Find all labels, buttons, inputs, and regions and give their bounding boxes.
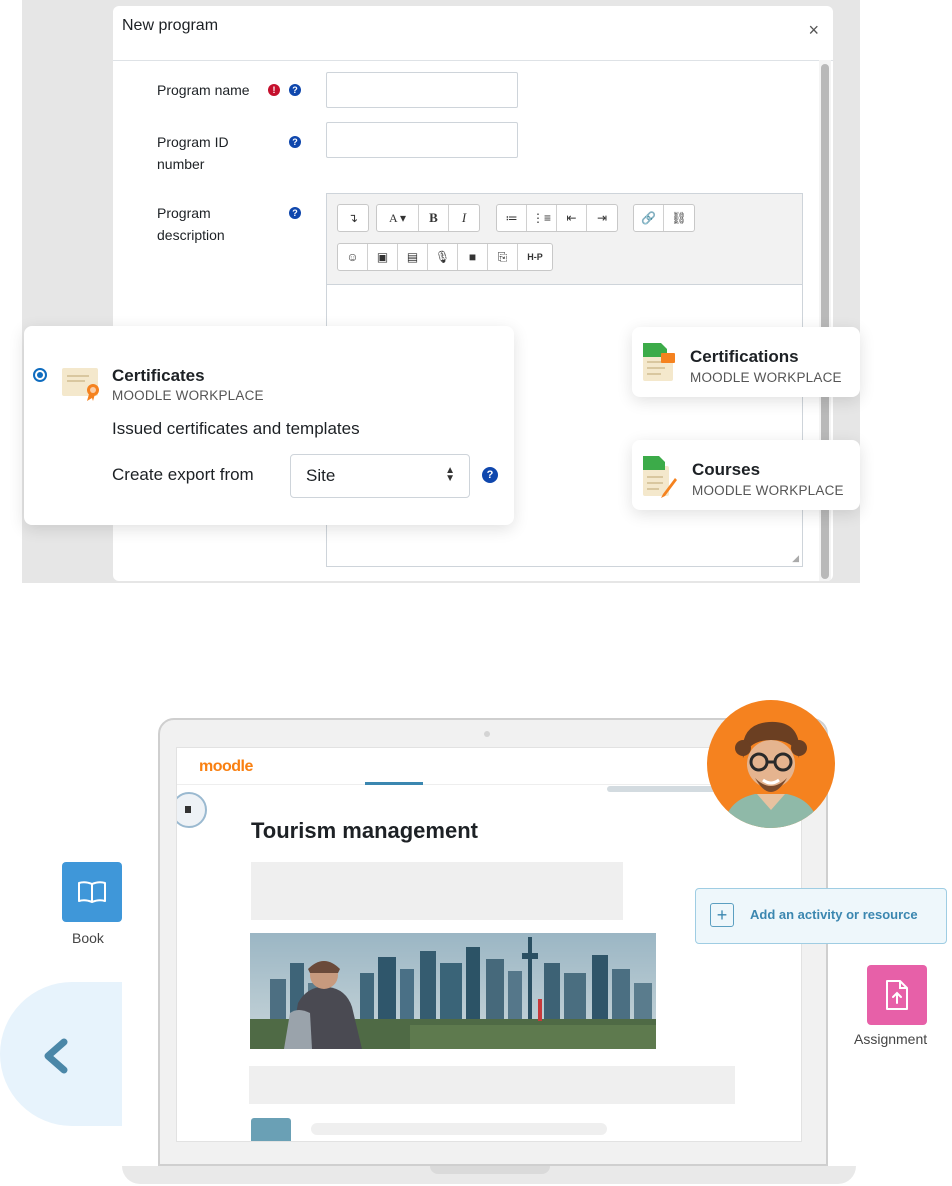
- emoji-icon[interactable]: ☺: [338, 244, 368, 270]
- required-icon: !: [268, 84, 280, 96]
- image-icon[interactable]: ▣: [368, 244, 398, 270]
- plus-icon: +: [710, 903, 734, 927]
- courses-card: Courses MOODLE WORKPLACE: [632, 440, 860, 510]
- content-placeholder: [249, 1066, 735, 1104]
- activity-thumbnail: [251, 1118, 291, 1141]
- link-icon[interactable]: 🔗: [634, 205, 664, 231]
- certifications-subtitle: MOODLE WORKPLACE: [690, 370, 842, 385]
- copy-icon[interactable]: ⎘: [488, 244, 518, 270]
- certificates-title: Certificates: [112, 366, 205, 385]
- certification-icon: [643, 343, 675, 381]
- help-icon[interactable]: ?: [289, 136, 301, 148]
- bold-button[interactable]: B: [419, 205, 449, 231]
- certificate-icon: [62, 368, 99, 401]
- courses-icon: [643, 456, 677, 498]
- help-icon[interactable]: ?: [289, 207, 301, 219]
- person-illustration: [723, 721, 819, 828]
- certificates-card: Certificates MOODLE WORKPLACE Issued cer…: [24, 326, 514, 525]
- certifications-card: Certifications MOODLE WORKPLACE: [632, 327, 860, 397]
- export-select-value: Site: [306, 466, 336, 485]
- program-id-label: Program ID number: [157, 134, 229, 172]
- add-activity-button[interactable]: + Add an activity or resource: [695, 888, 947, 944]
- course-title: Tourism management: [251, 818, 478, 843]
- program-id-input[interactable]: [326, 122, 518, 158]
- unlink-icon[interactable]: ⛓: [664, 205, 694, 231]
- courses-title: Courses: [692, 460, 761, 479]
- microphone-icon[interactable]: 🎙: [428, 244, 458, 270]
- collapse-icon[interactable]: ↴: [338, 205, 368, 231]
- toolbar-group: ↴: [337, 204, 369, 232]
- h5p-icon[interactable]: H-P: [518, 244, 552, 270]
- book-tile[interactable]: [62, 862, 122, 922]
- assignment-tile[interactable]: [867, 965, 927, 1025]
- laptop-camera: [484, 731, 490, 737]
- program-name-input[interactable]: [326, 72, 518, 108]
- city-skyline-image: [250, 933, 656, 1049]
- nav-tab-indicator: [365, 782, 423, 785]
- assignment-icon: [886, 980, 908, 1010]
- program-name-label: Program name: [157, 82, 250, 98]
- book-label: Book: [72, 930, 104, 946]
- help-icon[interactable]: ?: [289, 84, 301, 96]
- italic-button[interactable]: I: [449, 205, 479, 231]
- certifications-title: Certifications: [690, 347, 799, 366]
- certificates-subtitle: MOODLE WORKPLACE: [112, 388, 264, 403]
- user-avatar: [707, 700, 835, 828]
- laptop-screen: moodle Tourism management: [176, 747, 802, 1142]
- select-arrows-icon: ▲ ▼: [445, 465, 455, 484]
- help-icon[interactable]: ?: [482, 467, 498, 483]
- content-placeholder: [251, 862, 623, 920]
- modal-title: New program: [122, 17, 219, 34]
- chevron-left-icon: [44, 1038, 68, 1074]
- export-select[interactable]: Site ▲ ▼: [290, 454, 470, 498]
- unordered-list-icon[interactable]: ≔: [497, 205, 527, 231]
- outdent-icon[interactable]: ⇤: [557, 205, 587, 231]
- media-icon[interactable]: ▤: [398, 244, 428, 270]
- assignment-label: Assignment: [854, 1031, 928, 1047]
- add-activity-label: Add an activity or resource: [750, 907, 918, 922]
- menu-icon: [185, 806, 191, 813]
- moodle-logo: moodle: [199, 758, 253, 775]
- content-placeholder: [311, 1123, 607, 1135]
- certificates-description: Issued certificates and templates: [112, 419, 360, 438]
- resize-handle-icon[interactable]: ◢: [792, 553, 799, 564]
- program-description-label: Program description: [157, 205, 225, 243]
- book-icon: [78, 881, 106, 903]
- ordered-list-icon[interactable]: ⋮≡: [527, 205, 557, 231]
- video-icon[interactable]: ■: [458, 244, 488, 270]
- toolbar-group: A ▾ B I: [376, 204, 480, 232]
- drawer-toggle-button[interactable]: [177, 792, 207, 828]
- back-bubble[interactable]: [0, 982, 122, 1126]
- laptop-notch: [430, 1166, 550, 1174]
- export-label: Create export from: [112, 465, 254, 484]
- close-icon[interactable]: ×: [808, 20, 819, 41]
- toolbar-group: ≔ ⋮≡ ⇤ ⇥: [496, 204, 618, 232]
- editor-toolbar: ↴ A ▾ B I ≔ ⋮≡ ⇤ ⇥ 🔗 ⛓ ☺ ▣ ▤ 🎙 ■ ⎘ H-P: [327, 194, 802, 285]
- courses-subtitle: MOODLE WORKPLACE: [692, 483, 844, 498]
- indent-icon[interactable]: ⇥: [587, 205, 617, 231]
- certificates-radio[interactable]: [33, 368, 47, 382]
- toolbar-group: 🔗 ⛓: [633, 204, 695, 232]
- toolbar-group: ☺ ▣ ▤ 🎙 ■ ⎘ H-P: [337, 243, 553, 271]
- modal-header: New program ×: [113, 6, 833, 61]
- font-style-button[interactable]: A ▾: [377, 205, 419, 231]
